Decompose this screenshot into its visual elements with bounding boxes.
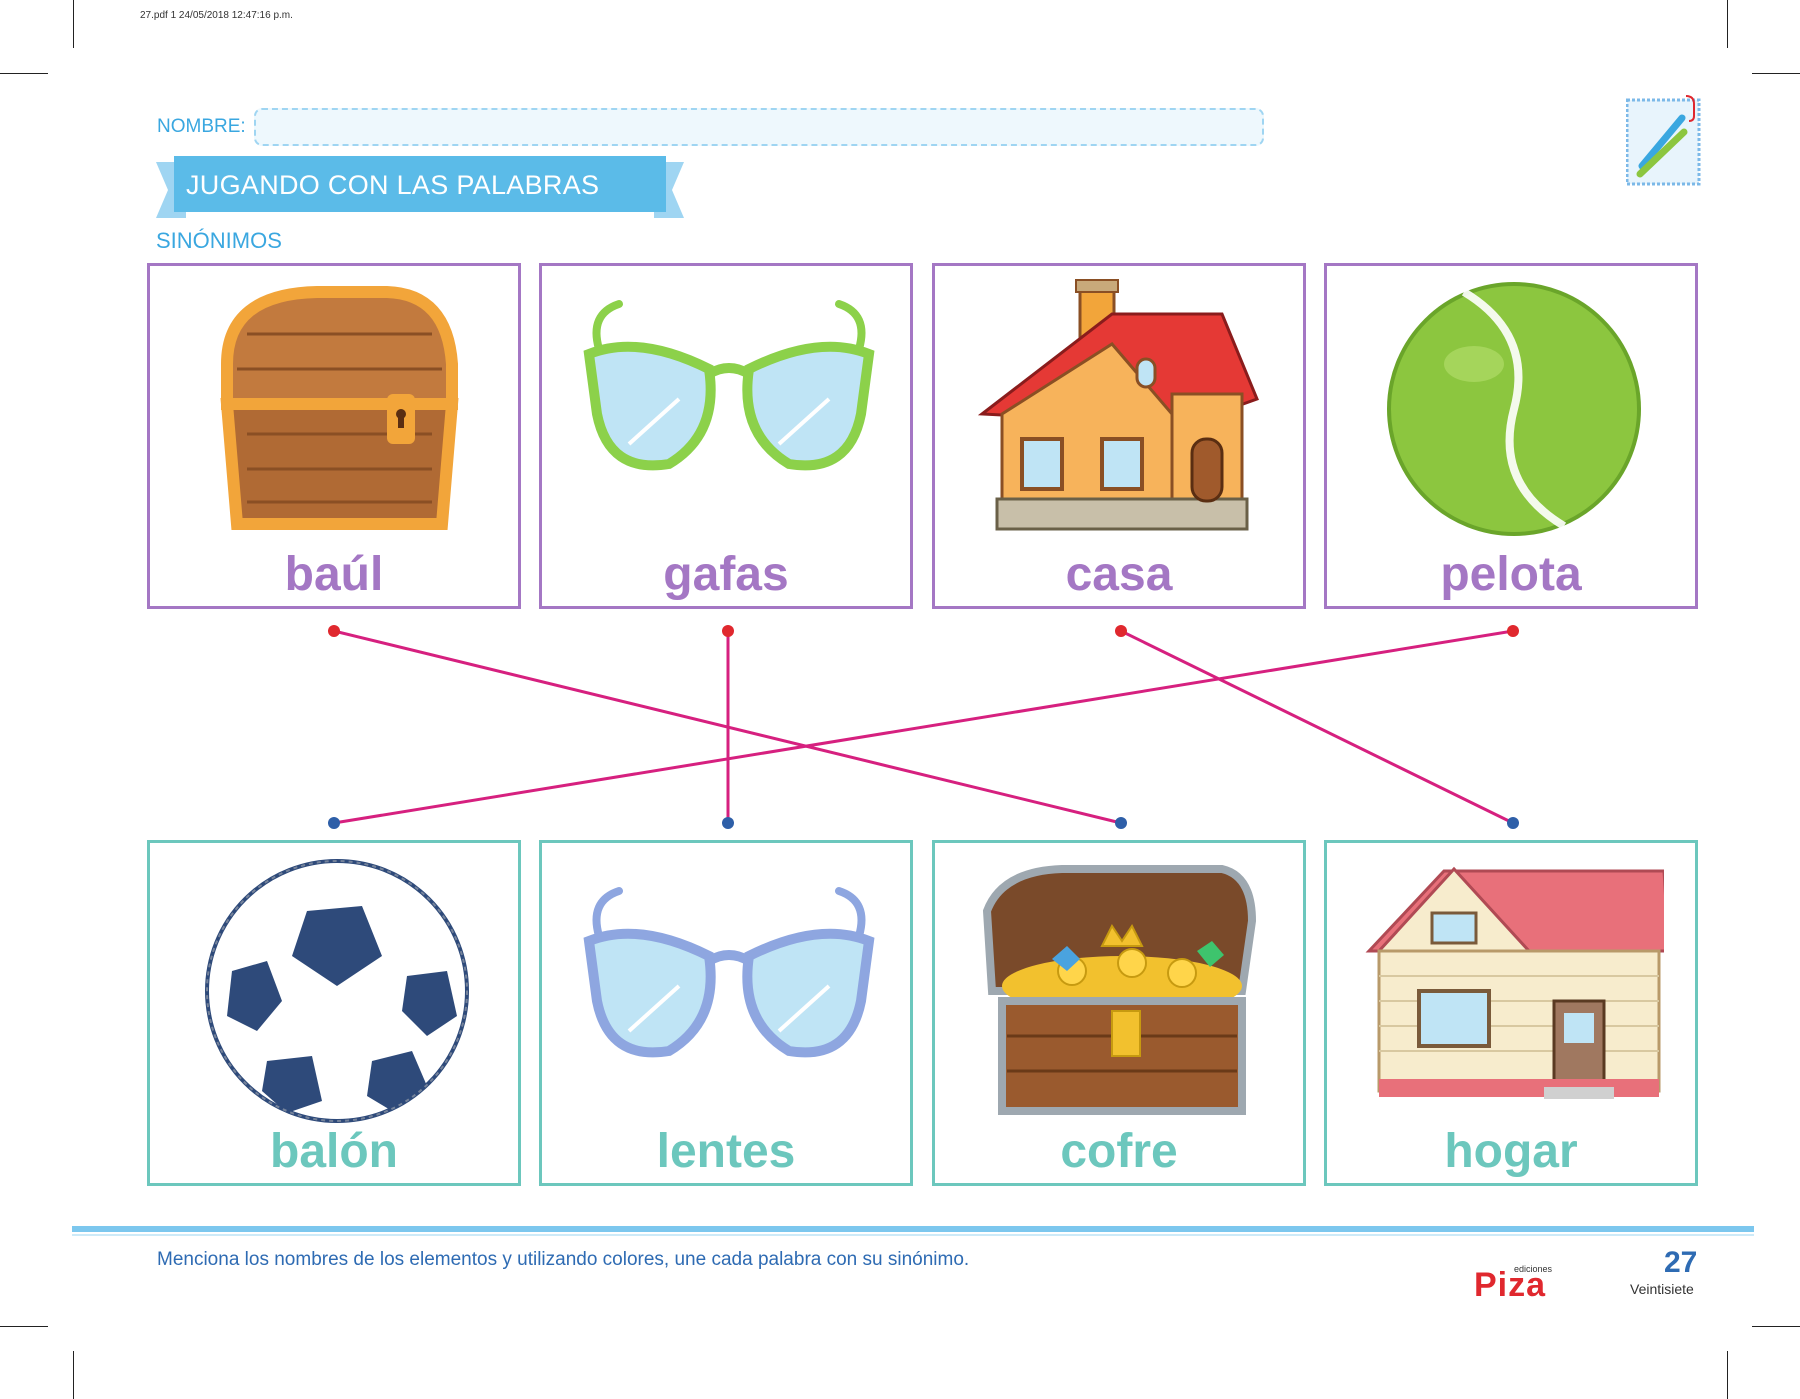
match-line: [333, 629, 1514, 825]
top-dot: [1115, 625, 1127, 637]
page-number-word: Veintisiete: [1630, 1281, 1694, 1297]
soccer-ball-icon: [205, 859, 469, 1123]
match-line: [1120, 629, 1514, 825]
bottom-dot: [328, 817, 340, 829]
top-dot: [722, 625, 734, 637]
page-number: 27: [1664, 1246, 1698, 1279]
footer-divider: [72, 1226, 1754, 1232]
bottom-dot: [722, 817, 734, 829]
bottom-dot: [1507, 817, 1519, 829]
top-dot: [328, 625, 340, 637]
house-icon: [1365, 866, 1664, 1099]
word-card-cofre: cofre: [932, 840, 1306, 1186]
card-word: lentes: [656, 1125, 796, 1178]
instruction-text: Menciona los nombres de los elementos y …: [157, 1249, 970, 1270]
word-card-hogar: hogar: [1324, 840, 1698, 1186]
word-card-balon: balón: [147, 840, 521, 1186]
card-word: cofre: [1060, 1125, 1178, 1178]
card-word: balón: [270, 1125, 398, 1178]
match-lines: [328, 625, 1519, 829]
open-treasure-chest-icon: [982, 865, 1257, 1115]
word-card-lentes: lentes: [539, 840, 913, 1186]
blue-glasses-icon: [583, 887, 875, 1058]
footer-divider: [72, 1234, 1754, 1236]
top-dot: [1507, 625, 1519, 637]
bottom-dot: [1115, 817, 1127, 829]
publisher-logo: Piza: [1474, 1266, 1547, 1304]
card-word: hogar: [1444, 1125, 1578, 1178]
